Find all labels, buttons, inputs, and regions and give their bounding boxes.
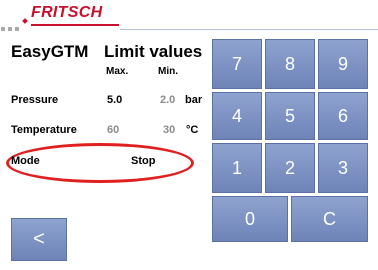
temperature-max-value[interactable]: 60 — [107, 124, 119, 136]
logo-mark-2 — [8, 27, 12, 31]
mode-label: Mode — [11, 155, 40, 167]
pressure-max-value[interactable]: 5.0 — [107, 94, 122, 106]
page-title: Limit values — [104, 42, 203, 61]
app-title: EasyGTM — [11, 42, 89, 61]
key-9[interactable]: 9 — [318, 39, 368, 89]
key-5[interactable]: 5 — [265, 92, 315, 140]
header-divider — [120, 29, 378, 30]
logo-underline — [31, 24, 119, 26]
key-0[interactable]: 0 — [212, 196, 288, 242]
temperature-label: Temperature — [11, 124, 77, 136]
column-header-min: Min. — [158, 66, 178, 77]
key-6[interactable]: 6 — [318, 92, 368, 140]
temperature-unit: °C — [186, 124, 199, 136]
back-button[interactable]: < — [11, 218, 67, 261]
key-1[interactable]: 1 — [212, 143, 262, 193]
mode-value[interactable]: Stop — [131, 155, 155, 167]
key-2[interactable]: 2 — [265, 143, 315, 193]
logo-text: FRITSCH — [31, 4, 103, 21]
logo-mark-1 — [1, 27, 5, 31]
key-3[interactable]: 3 — [318, 143, 368, 193]
key-4[interactable]: 4 — [212, 92, 262, 140]
key-clear[interactable]: C — [291, 196, 368, 242]
key-7[interactable]: 7 — [212, 39, 262, 89]
column-header-max: Max. — [106, 66, 129, 77]
pressure-min-value[interactable]: 2.0 — [160, 94, 175, 106]
logo-mark-dot — [22, 18, 28, 24]
key-8[interactable]: 8 — [265, 39, 315, 89]
pressure-unit: bar — [185, 94, 203, 106]
pressure-label: Pressure — [11, 94, 59, 106]
logo-mark-3 — [15, 27, 19, 31]
temperature-min-value[interactable]: 30 — [163, 124, 175, 136]
